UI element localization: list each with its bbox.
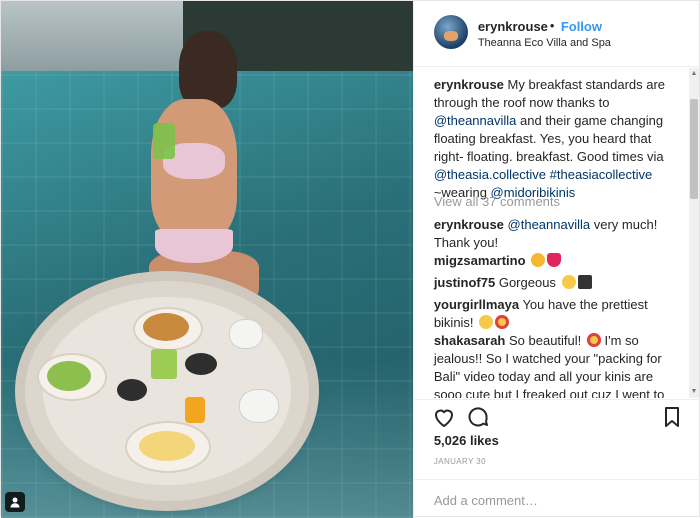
mention-link[interactable]: @theannavilla: [508, 217, 591, 232]
caption-username[interactable]: erynkrouse: [434, 77, 504, 92]
action-bar: [413, 399, 700, 435]
teapot: [229, 319, 263, 349]
comment-icon[interactable]: [466, 405, 490, 429]
post-date: JANUARY 30: [433, 457, 486, 466]
heart-eyes-emoji-icon: [495, 315, 510, 329]
separator-dot: •: [549, 18, 555, 33]
follow-button[interactable]: Follow: [561, 19, 602, 34]
smiling-emoji-icon: [561, 275, 576, 289]
orange-juice: [185, 397, 205, 423]
pancakes: [143, 313, 189, 341]
tray-surface: [37, 297, 291, 485]
heart-icon[interactable]: [432, 405, 456, 429]
bookmark-icon[interactable]: [660, 405, 684, 429]
comment-username[interactable]: erynkrouse: [434, 217, 504, 232]
view-all-comments-link[interactable]: View all 37 comments: [434, 194, 560, 209]
likes-count[interactable]: 5,026 likes: [434, 433, 499, 448]
location-link[interactable]: Theanna Eco Villa and Spa: [478, 37, 611, 49]
woman-in-pool: [129, 31, 259, 306]
mention-link[interactable]: @theasia.collective: [434, 167, 546, 182]
comment-username[interactable]: justinof75: [434, 275, 495, 290]
teapot-2: [239, 389, 279, 423]
comment-text: Gorgeous: [495, 275, 560, 290]
comment-text: [526, 253, 530, 268]
comment-item: justinof75 Gorgeous: [434, 274, 684, 292]
post-photo[interactable]: [1, 1, 413, 518]
ok-hand-emoji-icon: [531, 253, 546, 267]
add-comment-input[interactable]: [433, 490, 674, 510]
mention-link[interactable]: @theannavilla: [434, 113, 517, 128]
hashtag-link[interactable]: #theasiacollective: [550, 167, 653, 182]
hair: [179, 31, 237, 109]
instagram-post: erynkrouse • Follow Theanna Eco Villa an…: [0, 0, 700, 518]
salad: [47, 361, 91, 391]
comment-item: migzsamartino: [434, 252, 684, 270]
comment-item: shakasarah So beautiful! I'm so jealous!…: [434, 332, 684, 398]
comment-item: yourgirllmaya You have the prettiest bik…: [434, 296, 684, 332]
bikini-bottom: [155, 229, 233, 263]
camera-emoji-icon: [577, 275, 592, 289]
coffee-cup-2: [185, 353, 217, 375]
scroll-down-arrow-icon[interactable]: ▼: [690, 387, 698, 397]
caption: erynkrouse My breakfast standards are th…: [434, 76, 684, 202]
grimacing-emoji-icon: [479, 315, 494, 329]
eggs: [139, 431, 195, 461]
comment-username[interactable]: migzsamartino: [434, 253, 526, 268]
scrollbar-thumb[interactable]: [690, 99, 698, 199]
comments-list: erynkrouse My breakfast standards are th…: [414, 68, 700, 398]
comment-item: erynkrouse @theannavilla very much! Than…: [434, 216, 684, 252]
post-header: erynkrouse • Follow Theanna Eco Villa an…: [413, 1, 700, 67]
comment-username[interactable]: yourgirllmaya: [434, 297, 519, 312]
heart-eyes-emoji-icon: [586, 333, 601, 347]
scroll-up-arrow-icon[interactable]: ▲: [690, 69, 698, 79]
comment-username[interactable]: shakasarah: [434, 333, 506, 348]
comment-text: So beautiful!: [505, 333, 585, 348]
user-tag-icon[interactable]: [5, 492, 25, 512]
post-sidebar: erynkrouse • Follow Theanna Eco Villa an…: [412, 1, 700, 518]
floating-breakfast-tray: [25, 281, 309, 501]
add-comment-bar: [413, 479, 700, 518]
green-juice: [151, 349, 177, 379]
coffee-cup: [117, 379, 147, 401]
header-username[interactable]: erynkrouse: [478, 19, 548, 34]
green-drink-glass: [153, 123, 175, 159]
heart-emoji-icon: [547, 253, 562, 267]
avatar[interactable]: [433, 15, 468, 49]
